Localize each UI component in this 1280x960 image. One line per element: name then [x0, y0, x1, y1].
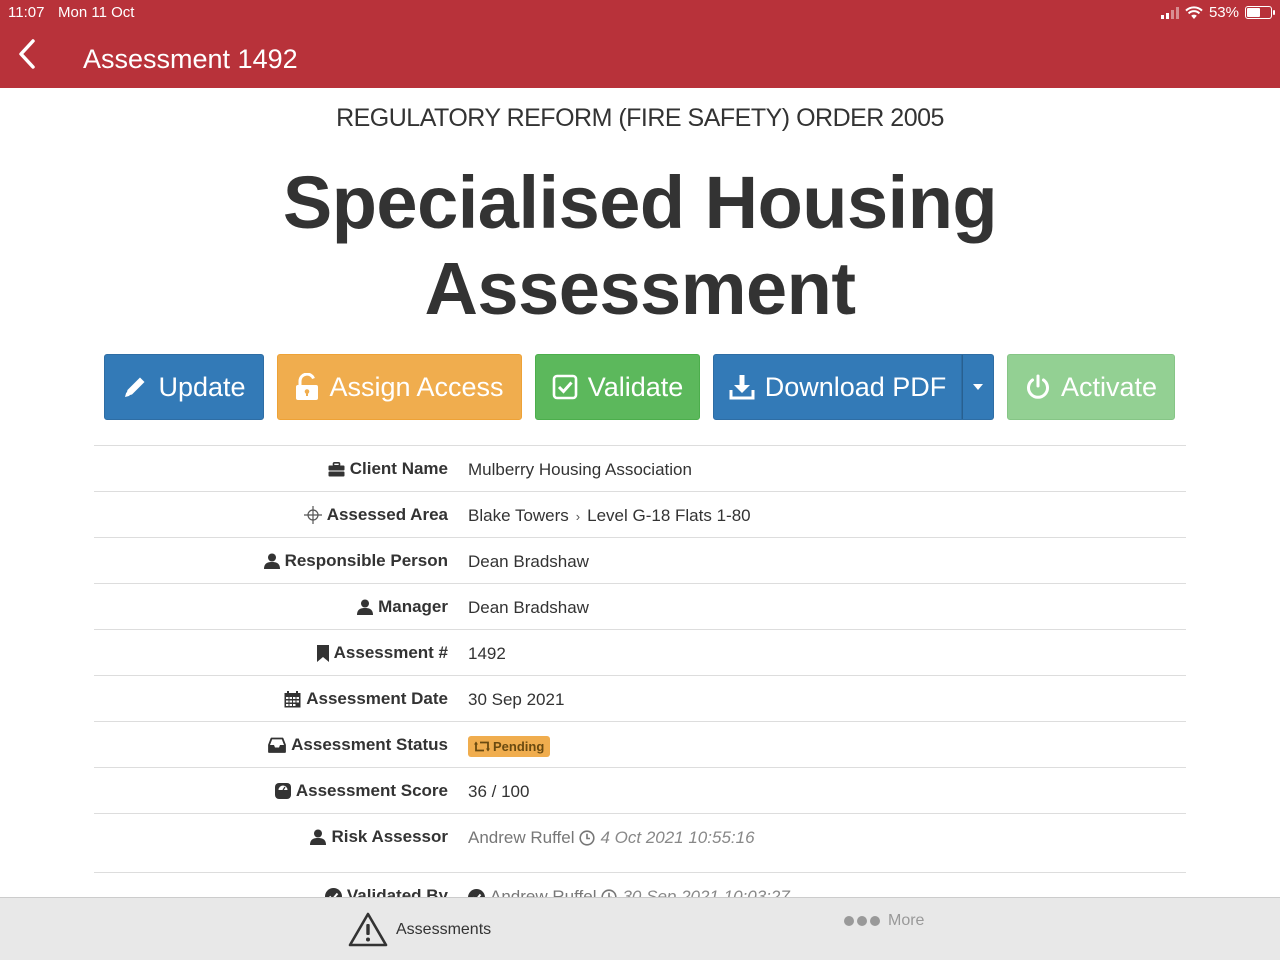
- risk-assessor-value: Andrew Ruffel 4 Oct 2021 10:55:16: [468, 828, 755, 848]
- user-icon: [310, 829, 327, 845]
- battery-level: [1247, 8, 1261, 17]
- row-label: Assessment Score: [274, 781, 448, 801]
- assessment-date-label: Assessment Date: [306, 689, 448, 708]
- risk-assessor-name: Andrew Ruffel: [468, 828, 575, 847]
- assessed-area-label: Assessed Area: [326, 505, 448, 524]
- briefcase-icon: [328, 461, 345, 476]
- navigation-bar: 11:07 Mon 11 Oct 53% Assessment 1492: [0, 0, 1280, 88]
- assessment-score-label: Assessment Score: [295, 781, 448, 800]
- risk-assessor-label: Risk Assessor: [331, 827, 448, 846]
- responsible-person-value: Dean Bradshaw: [468, 552, 589, 571]
- wifi-icon: [1185, 5, 1203, 19]
- battery-percent: 53%: [1208, 4, 1239, 21]
- download-icon: [729, 375, 755, 400]
- user-icon: [263, 553, 280, 569]
- assign-access-button-label: Assign Access: [329, 371, 504, 402]
- table-row-responsible-person: Responsible Person Dean Bradshaw: [94, 537, 1186, 583]
- table-row-assessment-date: Assessment Date 30 Sep 2021: [94, 675, 1186, 721]
- status-badge-label: Pending: [493, 739, 545, 754]
- update-button-label: Update: [158, 371, 246, 402]
- table-row-assessment-status: Assessment Status Pending: [94, 721, 1186, 767]
- row-label: Assessment Date: [284, 689, 448, 709]
- calendar-icon: [284, 690, 301, 707]
- chevron-left-icon: [19, 39, 35, 69]
- activate-button[interactable]: Activate: [1007, 354, 1175, 420]
- assessment-score-value: 36 / 100: [468, 782, 530, 801]
- client-name-label: Client Name: [349, 459, 448, 478]
- row-label: Assessed Area: [303, 505, 448, 525]
- warning-triangle-icon: [348, 912, 388, 947]
- table-row-assessment-number: Assessment # 1492: [94, 629, 1186, 675]
- tab-more[interactable]: More: [844, 912, 924, 930]
- assessed-area-value: Blake Towers › Level G-18 Flats 1-80: [468, 506, 751, 526]
- caret-down-icon: [973, 384, 983, 390]
- table-row-risk-assessor: Risk Assessor Andrew Ruffel 4 Oct 2021 1…: [94, 813, 1186, 872]
- row-label: Client Name: [328, 459, 448, 479]
- table-row-assessed-area: Assessed Area Blake Towers › Level G-18 …: [94, 491, 1186, 537]
- validate-button[interactable]: Validate: [535, 354, 700, 420]
- client-name-value: Mulberry Housing Association: [468, 460, 692, 479]
- crosshairs-icon: [303, 506, 322, 524]
- retweet-icon: [474, 741, 490, 752]
- user-icon: [357, 599, 374, 615]
- responsible-person-label: Responsible Person: [284, 551, 448, 570]
- breadcrumb-separator: ›: [575, 508, 581, 524]
- status-bar: 11:07 Mon 11 Oct 53%: [8, 4, 1275, 22]
- battery-icon: [1245, 6, 1275, 19]
- manager-value: Dean Bradshaw: [468, 598, 589, 617]
- assessment-number-label: Assessment #: [333, 643, 448, 662]
- assessment-details-table: Client Name Mulberry Housing Association…: [94, 445, 1186, 918]
- unlock-icon: [296, 373, 319, 400]
- regulation-subtitle: REGULATORY REFORM (FIRE SAFETY) ORDER 20…: [336, 104, 944, 132]
- nav-title: Assessment 1492: [83, 44, 298, 74]
- bottom-tab-bar: Assessments More: [0, 897, 1280, 960]
- row-label: Responsible Person: [263, 551, 448, 571]
- update-button[interactable]: Update: [104, 354, 264, 420]
- ellipsis-icon: [844, 916, 880, 926]
- risk-assessor-timestamp: 4 Oct 2021 10:55:16: [600, 828, 755, 847]
- assessment-status-label: Assessment Status: [291, 735, 448, 754]
- assessment-date-value: 30 Sep 2021: [468, 690, 565, 709]
- page-title: Specialised Housing Assessment: [140, 160, 1140, 332]
- bookmark-icon: [316, 644, 329, 662]
- row-label: Assessment #: [316, 643, 448, 663]
- cellular-signal-icon: [1160, 6, 1179, 19]
- assessment-number-value: 1492: [468, 644, 506, 663]
- assessed-area-building: Blake Towers: [468, 506, 569, 525]
- tab-more-label: More: [888, 912, 925, 929]
- tab-assessments-label: Assessments: [396, 920, 492, 938]
- page-title-line-2: Assessment: [424, 247, 856, 330]
- tab-assessments[interactable]: Assessments: [348, 912, 491, 947]
- check-square-icon: [552, 374, 578, 400]
- download-options-dropdown[interactable]: [962, 354, 994, 420]
- table-row-manager: Manager Dean Bradshaw: [94, 583, 1186, 629]
- page-title-line-1: Specialised Housing: [282, 161, 998, 244]
- status-date: Mon 11 Oct: [58, 4, 135, 21]
- clock-icon: [579, 830, 596, 846]
- assessed-area-level: Level G-18 Flats 1-80: [587, 506, 751, 525]
- assessment-status-value: Pending: [468, 736, 551, 757]
- scale-icon: [274, 783, 291, 799]
- download-pdf-button-label: Download PDF: [764, 371, 947, 402]
- row-label: Risk Assessor: [310, 827, 448, 847]
- table-row-assessment-score: Assessment Score 36 / 100: [94, 767, 1186, 813]
- back-button[interactable]: [12, 36, 42, 72]
- download-pdf-button[interactable]: Download PDF: [713, 354, 962, 420]
- row-label: Manager: [357, 597, 448, 617]
- row-label: Assessment Status: [268, 735, 448, 755]
- manager-label: Manager: [378, 597, 448, 616]
- inbox-icon: [268, 737, 287, 753]
- validate-button-label: Validate: [587, 371, 684, 402]
- status-badge: Pending: [468, 736, 551, 757]
- table-row-client-name: Client Name Mulberry Housing Association: [94, 445, 1186, 491]
- status-time: 11:07: [8, 4, 45, 21]
- status-indicators: 53%: [1160, 4, 1275, 21]
- assign-access-button[interactable]: Assign Access: [277, 354, 522, 420]
- pencil-icon: [125, 377, 145, 397]
- activate-button-label: Activate: [1060, 371, 1158, 402]
- power-icon: [1027, 374, 1049, 399]
